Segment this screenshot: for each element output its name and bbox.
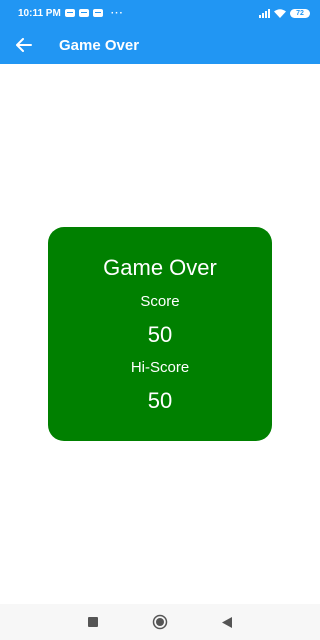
recents-button[interactable] <box>84 613 102 631</box>
wifi-icon <box>274 8 286 18</box>
card-title: Game Over <box>103 255 217 280</box>
app-bar: Game Over <box>0 26 320 64</box>
hiscore-value: 50 <box>147 388 173 413</box>
message-icon <box>92 9 103 17</box>
signal-icon <box>259 8 270 18</box>
screen: 10:11 PM ··· 72 Game Over Game Over Scor… <box>0 0 320 640</box>
status-bar: 10:11 PM ··· 72 <box>0 0 320 26</box>
message-icon <box>64 9 75 17</box>
score-label: Score <box>140 293 180 310</box>
square-icon <box>88 617 98 627</box>
message-icon <box>78 9 89 17</box>
back-button[interactable] <box>14 35 34 55</box>
more-notifications-icon: ··· <box>110 7 124 19</box>
battery-icon: 72 <box>290 8 310 18</box>
score-value: 50 <box>147 322 173 347</box>
arrow-left-icon <box>16 38 32 52</box>
hiscore-label: Hi-Score <box>130 359 190 376</box>
status-time: 10:11 PM <box>18 7 61 19</box>
game-over-card: Game Over Score 50 Hi-Score 50 <box>48 227 272 441</box>
triangle-back-icon <box>222 616 232 628</box>
page-title: Game Over <box>59 36 140 54</box>
home-button[interactable] <box>151 613 169 631</box>
status-left: 10:11 PM ··· <box>18 8 124 19</box>
system-nav-bar <box>0 604 320 640</box>
circle-icon <box>152 614 168 630</box>
status-right: 72 <box>259 8 310 18</box>
nav-back-button[interactable] <box>218 613 236 631</box>
